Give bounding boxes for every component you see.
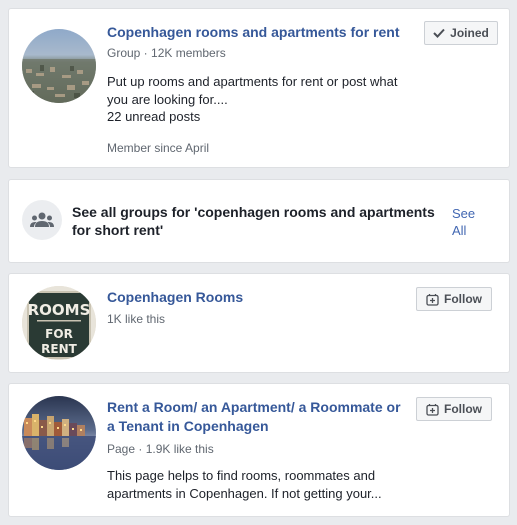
follow-button-rent[interactable]: Follow	[416, 397, 492, 421]
check-icon	[433, 28, 445, 38]
joined-button[interactable]: Joined	[424, 21, 498, 45]
group-avatar[interactable]	[22, 29, 96, 103]
rent-page-title-line1[interactable]: Rent a Room/ an Apartment/ a Roommate or	[107, 398, 401, 417]
see-all-groups-text[interactable]: See all groups for 'copenhagen rooms and…	[72, 203, 447, 239]
follow-label: Follow	[444, 292, 482, 306]
avatar-text-rent: RENT	[41, 342, 77, 356]
follow-icon	[426, 403, 439, 416]
group-description: Put up rooms and apartments for rent or …	[107, 74, 398, 107]
rent-page-title-line2[interactable]: a Tenant in Copenhagen	[107, 417, 269, 436]
result-card-page-rooms: ROOMS FOR RENT Copenhagen Rooms 1K like …	[8, 273, 510, 373]
group-title-link[interactable]: Copenhagen rooms and apartments for rent	[107, 23, 399, 42]
rooms-page-avatar[interactable]: ROOMS FOR RENT	[22, 286, 96, 360]
unread-posts[interactable]: 22 unread posts	[107, 108, 200, 126]
joined-label: Joined	[450, 26, 489, 40]
rooms-page-title-link[interactable]: Copenhagen Rooms	[107, 288, 243, 307]
group-meta: Group · 12K members	[107, 46, 226, 60]
result-card-group: Copenhagen rooms and apartments for rent…	[8, 8, 510, 168]
rent-page-description-line1: This page helps to find rooms, roommates…	[107, 468, 376, 483]
rent-page-avatar[interactable]	[22, 396, 96, 470]
rooms-page-meta: 1K like this	[107, 312, 166, 326]
rent-page-meta: Page · 1.9K like this	[107, 442, 214, 456]
see-all-card: See all groups for 'copenhagen rooms and…	[8, 179, 510, 263]
member-since: Member since April	[107, 141, 210, 155]
avatar-text-rooms: ROOMS	[28, 301, 91, 319]
groups-icon	[22, 200, 62, 240]
avatar-text-for: FOR	[45, 327, 73, 341]
follow-label: Follow	[444, 402, 482, 416]
rent-page-description-line2: apartments in Copenhagen. If not getting…	[107, 486, 382, 501]
see-all-link[interactable]: See All	[452, 205, 492, 239]
result-card-page-rent: Rent a Room/ an Apartment/ a Roommate or…	[8, 383, 510, 517]
follow-icon	[426, 293, 439, 306]
follow-button-rooms[interactable]: Follow	[416, 287, 492, 311]
